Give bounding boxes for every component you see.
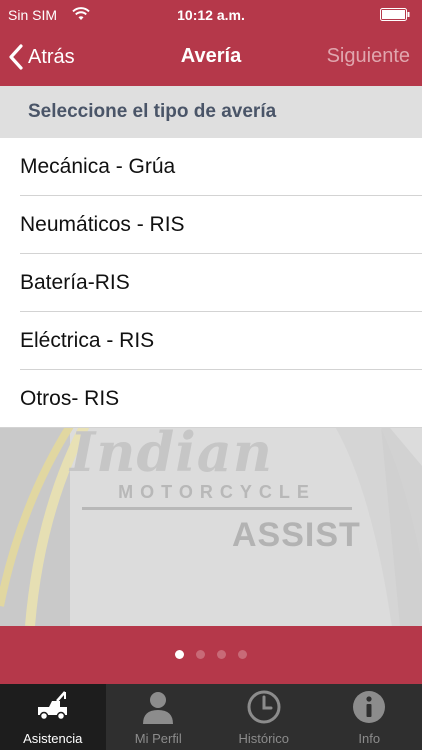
tab-mi-perfil[interactable]: Mi Perfil — [106, 684, 212, 750]
tab-label-info: Info — [358, 731, 381, 746]
battery-icon — [380, 8, 410, 21]
page-dot-1[interactable] — [175, 650, 184, 659]
breakdown-type-list: Mecánica - Grúa Neumáticos - RIS Batería… — [0, 138, 422, 428]
tab-bar: Asistencia Mi Perfil Histórico Info — [0, 684, 422, 750]
tow-truck-icon — [37, 691, 67, 721]
logo-divider — [82, 507, 352, 510]
tab-label-mi-perfil: Mi Perfil — [134, 731, 182, 746]
brand-logo-script: Indian — [70, 420, 274, 484]
pager-band — [0, 626, 422, 684]
brand-logo-subtitle: MOTORCYCLE — [118, 482, 316, 502]
page-dot-4[interactable] — [238, 650, 247, 659]
next-button[interactable]: Siguiente — [327, 45, 410, 68]
page-indicator[interactable] — [0, 650, 422, 659]
tab-info[interactable]: Info — [317, 684, 422, 750]
list-item-bateria[interactable]: Batería-RIS — [0, 254, 422, 312]
header: Sin SIM 10:12 a.m. Atrás Avería Siguient… — [0, 0, 422, 86]
tab-label-asistencia: Asistencia — [23, 731, 83, 746]
info-icon — [353, 691, 386, 723]
status-bar: Sin SIM 10:12 a.m. — [0, 0, 422, 30]
tab-asistencia[interactable]: Asistencia — [0, 684, 106, 750]
brand-logo-assist: ASSIST — [232, 516, 361, 554]
prompt-heading: Seleccione el tipo de avería — [0, 86, 422, 138]
page-dot-2[interactable] — [196, 650, 205, 659]
nav-bar: Atrás Avería Siguiente — [0, 30, 422, 86]
tab-historico[interactable]: Histórico — [211, 684, 317, 750]
user-icon — [143, 692, 174, 724]
list-item-electrica[interactable]: Eléctrica - RIS — [0, 312, 422, 370]
list-item-mecanica-grua[interactable]: Mecánica - Grúa — [0, 138, 422, 196]
list-item-neumaticos[interactable]: Neumáticos - RIS — [0, 196, 422, 254]
tab-label-historico: Histórico — [238, 731, 290, 746]
clock-icon — [247, 690, 281, 724]
page-dot-3[interactable] — [217, 650, 226, 659]
status-time: 10:12 a.m. — [177, 7, 245, 23]
